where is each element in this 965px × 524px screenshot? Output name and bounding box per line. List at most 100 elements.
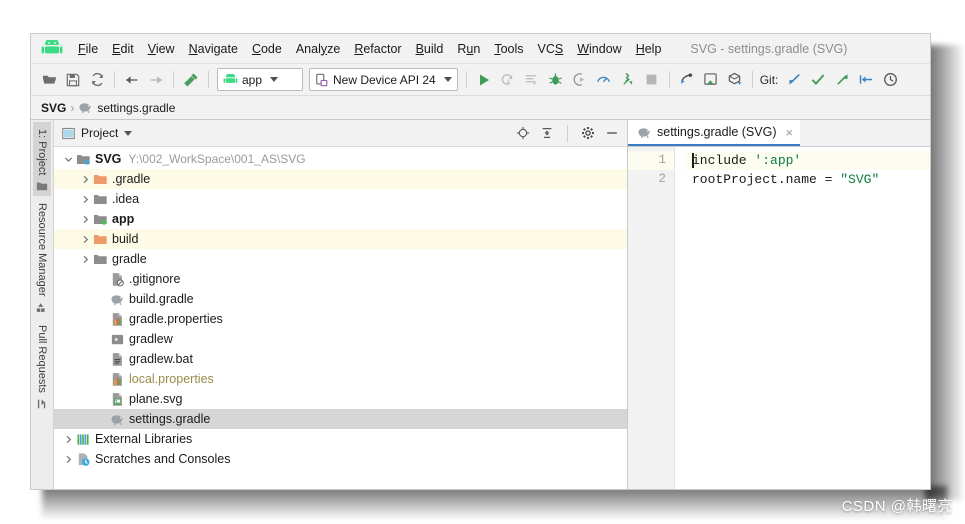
breadcrumb-separator: › xyxy=(70,100,75,115)
collapse-all-icon[interactable] xyxy=(538,124,556,142)
gradle-sync-icon[interactable] xyxy=(617,69,639,91)
tree-arrow-none xyxy=(96,373,109,386)
sdk-manager-icon[interactable] xyxy=(676,69,698,91)
tree-row[interactable]: SVG Y:\002_WorkSpace\001_AS\SVG xyxy=(54,149,627,169)
sidebar-item-pull-requests[interactable]: Pull Requests xyxy=(33,318,51,414)
menu-item-window[interactable]: Window xyxy=(570,39,628,59)
line-number: 1 xyxy=(628,151,674,170)
tree-row[interactable]: local.properties xyxy=(54,369,627,389)
project-panel-header: Project xyxy=(54,120,627,147)
rollback-icon[interactable] xyxy=(855,69,877,91)
attach-debugger-icon[interactable] xyxy=(569,69,591,91)
device-selector-combo[interactable]: New Device API 24 xyxy=(309,68,458,91)
module-selector-combo[interactable]: app xyxy=(217,68,303,91)
tree-row[interactable]: gradle xyxy=(54,249,627,269)
tree-row[interactable]: settings.gradle xyxy=(54,409,627,429)
menu-item-help[interactable]: Help xyxy=(629,39,669,59)
menu-item-navigate[interactable]: Navigate xyxy=(182,39,245,59)
window-shadow-bottom xyxy=(42,486,947,520)
update-project-icon[interactable] xyxy=(783,69,805,91)
code-lines[interactable]: include ':app' rootProject.name = "SVG" xyxy=(684,147,930,489)
history-icon[interactable] xyxy=(879,69,901,91)
chevron-right-icon[interactable] xyxy=(79,253,92,266)
profiler-icon[interactable] xyxy=(593,69,615,91)
menu-item-view[interactable]: View xyxy=(141,39,182,59)
menu-item-refactor[interactable]: Refactor xyxy=(347,39,408,59)
tree-row[interactable]: gradle.properties xyxy=(54,309,627,329)
tree-row[interactable]: plane.svg xyxy=(54,389,627,409)
menu-item-edit[interactable]: Edit xyxy=(105,39,141,59)
sidebar-item-project[interactable]: 1: Project xyxy=(33,122,51,197)
toolbar-separator xyxy=(208,71,209,88)
apply-code-changes-icon[interactable] xyxy=(521,69,543,91)
menu-item-analyze[interactable]: Analyze xyxy=(289,39,347,59)
stop-icon[interactable] xyxy=(641,69,663,91)
chevron-right-icon[interactable] xyxy=(79,213,92,226)
tree-row-label: plane.svg xyxy=(129,392,183,406)
tree-row[interactable]: External Libraries xyxy=(54,429,627,449)
sync-project-icon[interactable] xyxy=(86,69,108,91)
window-shadow-right xyxy=(925,45,965,500)
code-editor[interactable]: 12 include ':app' rootProject.name = "SVG… xyxy=(628,147,930,489)
chevron-right-icon[interactable] xyxy=(79,193,92,206)
close-icon[interactable]: × xyxy=(786,125,794,140)
tree-row-label: settings.gradle xyxy=(129,412,211,426)
chevron-down-icon[interactable] xyxy=(124,130,133,136)
menu-item-file[interactable]: File xyxy=(71,39,105,59)
device-icon xyxy=(315,73,329,87)
editor-tab-settings-gradle[interactable]: settings.gradle (SVG) × xyxy=(628,120,801,146)
build-hammer-icon[interactable] xyxy=(180,69,202,91)
code-line[interactable]: rootProject.name = "SVG" xyxy=(684,170,930,189)
menu-item-vcs[interactable]: VCS xyxy=(531,39,571,59)
breadcrumb-root[interactable]: SVG xyxy=(41,101,66,115)
project-tree[interactable]: SVG Y:\002_WorkSpace\001_AS\SVG .gradle .id… xyxy=(54,147,627,489)
breadcrumb-leaf[interactable]: settings.gradle xyxy=(97,101,175,115)
menu-item-run[interactable]: Run xyxy=(450,39,487,59)
tree-row[interactable]: app xyxy=(54,209,627,229)
push-icon[interactable] xyxy=(831,69,853,91)
tree-row[interactable]: .gitignore xyxy=(54,269,627,289)
chevron-right-icon[interactable] xyxy=(62,453,75,466)
tree-row[interactable]: gradlew xyxy=(54,329,627,349)
open-folder-icon[interactable] xyxy=(38,69,60,91)
commit-icon[interactable] xyxy=(807,69,829,91)
run-icon[interactable] xyxy=(473,69,495,91)
locate-icon[interactable] xyxy=(514,124,532,142)
tree-row[interactable]: .gradle xyxy=(54,169,627,189)
project-panel-title: Project xyxy=(81,126,119,140)
chevron-right-icon[interactable] xyxy=(62,433,75,446)
tree-row-label: local.properties xyxy=(129,372,214,386)
editor-area: settings.gradle (SVG) × 12 include ':app… xyxy=(628,120,930,489)
tree-row-label: SVG xyxy=(95,152,122,166)
menu-item-tools[interactable]: Tools xyxy=(487,39,530,59)
apply-changes-icon[interactable]: A xyxy=(497,69,519,91)
tree-row[interactable]: build xyxy=(54,229,627,249)
avd-manager-icon[interactable] xyxy=(700,69,722,91)
android-module-icon xyxy=(223,73,238,86)
tree-row[interactable]: .idea xyxy=(54,189,627,209)
tree-row[interactable]: Scratches and Consoles xyxy=(54,449,627,469)
screenshot-root: File Edit View Navigate Code Analyze Refactor B… xyxy=(0,0,965,524)
chevron-down-icon[interactable] xyxy=(62,153,75,166)
tree-row-label: .gitignore xyxy=(129,272,181,286)
tree-row-path: Y:\002_WorkSpace\001_AS\SVG xyxy=(128,152,306,166)
menu-item-code[interactable]: Code xyxy=(245,39,289,59)
settings-gear-icon[interactable] xyxy=(579,124,597,142)
save-icon[interactable] xyxy=(62,69,84,91)
forward-arrow-icon[interactable] xyxy=(145,69,167,91)
bat-file-icon xyxy=(109,351,125,367)
debug-icon[interactable] xyxy=(545,69,567,91)
libraries-icon xyxy=(75,431,91,447)
chevron-right-icon[interactable] xyxy=(79,173,92,186)
layout-inspector-icon[interactable] xyxy=(724,69,746,91)
sidebar-item-resource-manager[interactable]: Resource Manager xyxy=(33,196,51,318)
back-arrow-icon[interactable] xyxy=(121,69,143,91)
tree-row-label: gradlew xyxy=(129,332,173,346)
tree-row[interactable]: gradlew.bat xyxy=(54,349,627,369)
tree-row[interactable]: build.gradle xyxy=(54,289,627,309)
menu-item-build[interactable]: Build xyxy=(409,39,451,59)
code-line[interactable]: include ':app' xyxy=(684,151,930,170)
chevron-right-icon[interactable] xyxy=(79,233,92,246)
gradle-elephant-icon xyxy=(78,101,93,114)
hide-icon[interactable] xyxy=(603,124,621,142)
